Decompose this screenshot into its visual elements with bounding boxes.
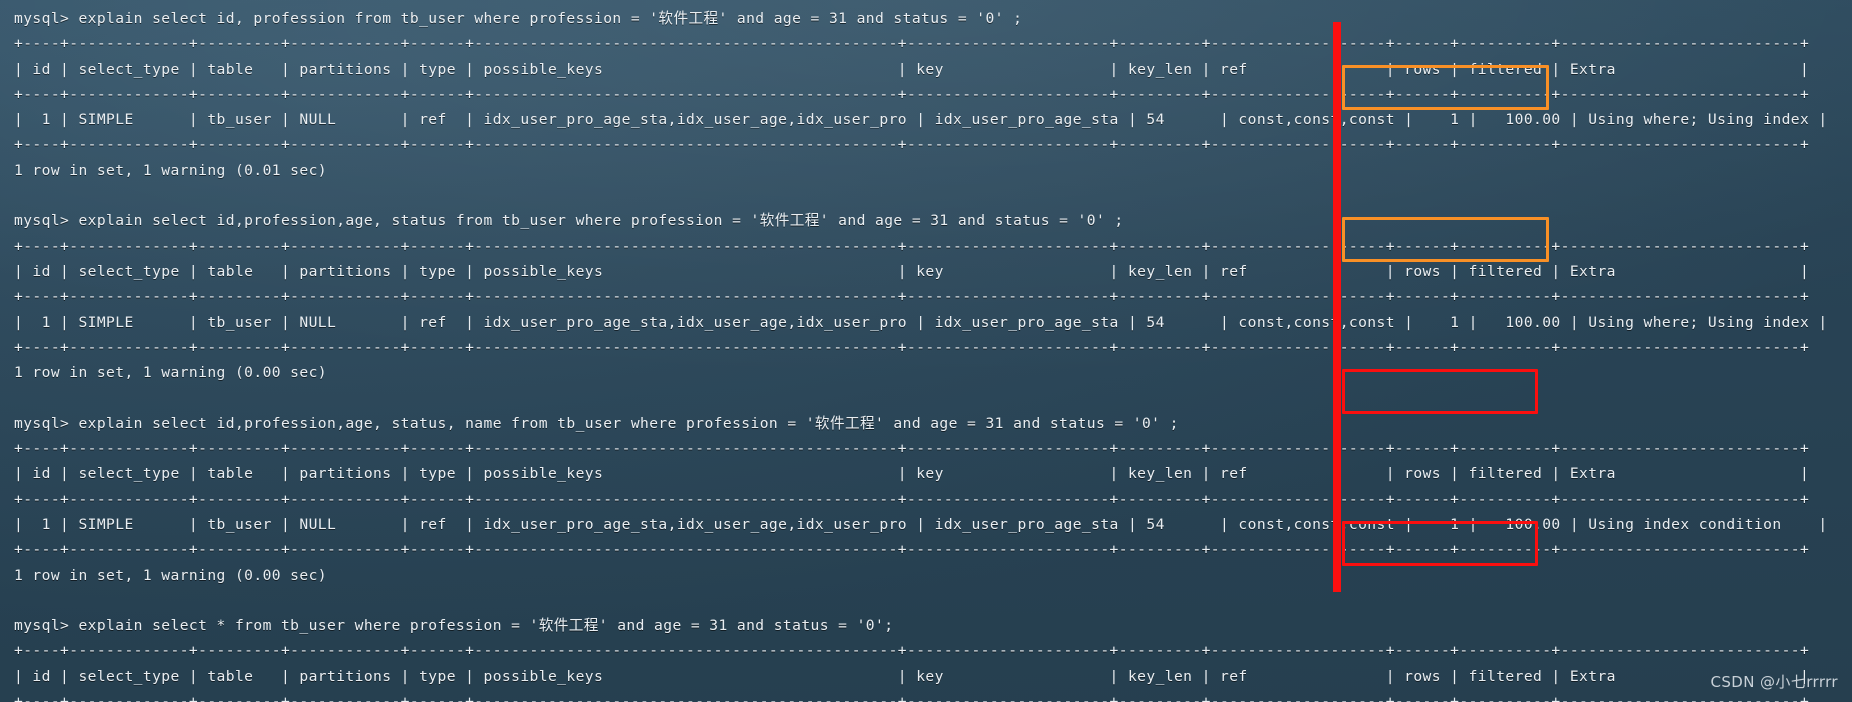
console-line-cmd: mysql> explain select id, profession fro… <box>14 10 1023 27</box>
console-line-cmd: mysql> explain select id,profession,age,… <box>14 414 1179 432</box>
console-line-sep: +----+-------------+---------+----------… <box>14 541 1810 559</box>
console-line-row: | 1 | SIMPLE | tb_user | NULL | ref | id… <box>14 111 1828 129</box>
console-line-foot: 1 row in set, 1 warning (0.00 sec) <box>14 364 328 382</box>
console-output: mysql> explain select id, profession fro… <box>0 0 1852 702</box>
console-line-head: | id | select_type | table | partitions … <box>14 667 1810 685</box>
console-line-sep: +----+-------------+---------+----------… <box>14 490 1810 508</box>
console-line-cmd: mysql> explain select * from tb_user whe… <box>14 617 894 635</box>
csdn-watermark: CSDN @小七rrrrr <box>1710 673 1838 691</box>
console-line-row: | 1 | SIMPLE | tb_user | NULL | ref | id… <box>14 313 1828 331</box>
console-line-cmd: mysql> explain select id,profession,age,… <box>14 212 1124 230</box>
console-line-head: | id | select_type | table | partitions … <box>14 60 1810 78</box>
console-line-sep: +----+-------------+---------+----------… <box>14 440 1810 458</box>
console-line-head: | id | select_type | table | partitions … <box>14 465 1810 483</box>
console-line-foot: 1 row in set, 1 warning (0.00 sec) <box>14 566 328 584</box>
console-line-row: | 1 | SIMPLE | tb_user | NULL | ref | id… <box>14 515 1828 533</box>
console-line-sep: +----+-------------+---------+----------… <box>14 338 1810 356</box>
console-line-foot: 1 row in set, 1 warning (0.01 sec) <box>14 161 328 179</box>
mysql-terminal-window[interactable]: mysql> explain select id, profession fro… <box>0 0 1852 702</box>
console-line-sep: +----+-------------+---------+----------… <box>14 288 1810 306</box>
console-line-sep: +----+-------------+---------+----------… <box>14 85 1810 103</box>
console-line-sep: +----+-------------+---------+----------… <box>14 693 1810 702</box>
console-line-sep: +----+-------------+---------+----------… <box>14 642 1810 660</box>
console-line-sep: +----+-------------+---------+----------… <box>14 35 1810 53</box>
console-line-sep: +----+-------------+---------+----------… <box>14 136 1810 154</box>
console-line-sep: +----+-------------+---------+----------… <box>14 237 1810 255</box>
console-line-head: | id | select_type | table | partitions … <box>14 262 1810 280</box>
